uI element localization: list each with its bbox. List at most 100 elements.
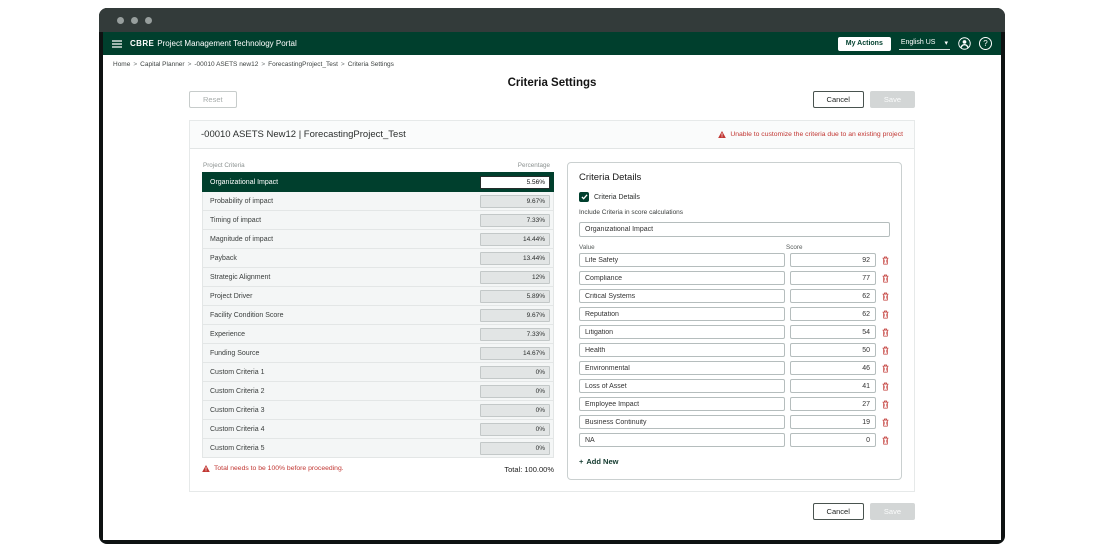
- value-input[interactable]: [579, 415, 785, 429]
- criteria-label: Magnitude of impact: [210, 236, 273, 243]
- value-input[interactable]: [579, 289, 785, 303]
- breadcrumb-separator: >: [188, 61, 192, 68]
- percentage-input[interactable]: [480, 176, 550, 189]
- percentage-input[interactable]: [480, 290, 550, 303]
- value-input[interactable]: [579, 325, 785, 339]
- project-title: -00010 ASETS New12 | ForecastingProject_…: [201, 129, 406, 140]
- percentage-input[interactable]: [480, 214, 550, 227]
- breadcrumb-item[interactable]: Home: [113, 61, 130, 68]
- breadcrumb-item[interactable]: Capital Planner: [140, 61, 184, 68]
- percentage-input[interactable]: [480, 404, 550, 417]
- criteria-name-input[interactable]: [579, 222, 890, 237]
- score-input[interactable]: [790, 361, 876, 375]
- value-input[interactable]: [579, 271, 785, 285]
- breadcrumb-item[interactable]: Criteria Settings: [348, 61, 394, 68]
- score-input[interactable]: [790, 415, 876, 429]
- percentage-input[interactable]: [480, 309, 550, 322]
- help-icon[interactable]: ?: [979, 37, 992, 50]
- criteria-details-checkbox[interactable]: [579, 192, 589, 202]
- save-button-bottom[interactable]: Save: [870, 503, 915, 520]
- column-header-value: Value: [579, 244, 786, 251]
- delete-row-button[interactable]: [881, 418, 890, 427]
- criteria-row[interactable]: Organizational Impact: [202, 172, 554, 192]
- delete-row-button[interactable]: [881, 346, 890, 355]
- score-input[interactable]: [790, 307, 876, 321]
- trash-icon: [882, 310, 889, 319]
- cancel-button-bottom[interactable]: Cancel: [813, 503, 864, 520]
- delete-row-button[interactable]: [881, 364, 890, 373]
- value-input[interactable]: [579, 379, 785, 393]
- criteria-row[interactable]: Experience: [202, 324, 554, 344]
- breadcrumb-item[interactable]: -00010 ASETS new12: [194, 61, 258, 68]
- traffic-light-icon[interactable]: [117, 17, 124, 24]
- percentage-input[interactable]: [480, 252, 550, 265]
- breadcrumb-item[interactable]: ForecastingProject_Test: [268, 61, 338, 68]
- delete-row-button[interactable]: [881, 256, 890, 265]
- checkbox-label: Criteria Details: [594, 194, 640, 201]
- value-input[interactable]: [579, 397, 785, 411]
- criteria-row[interactable]: Custom Criteria 3: [202, 400, 554, 420]
- score-input[interactable]: [790, 271, 876, 285]
- percentage-input[interactable]: [480, 328, 550, 341]
- criteria-row[interactable]: Facility Condition Score: [202, 305, 554, 325]
- delete-row-button[interactable]: [881, 328, 890, 337]
- criteria-row[interactable]: Project Driver: [202, 286, 554, 306]
- criteria-row[interactable]: Custom Criteria 2: [202, 381, 554, 401]
- percentage-input[interactable]: [480, 423, 550, 436]
- score-input[interactable]: [790, 253, 876, 267]
- traffic-light-icon[interactable]: [131, 17, 138, 24]
- value-input[interactable]: [579, 343, 785, 357]
- add-new-link[interactable]: + Add New: [579, 457, 618, 466]
- score-input[interactable]: [790, 397, 876, 411]
- score-input[interactable]: [790, 433, 876, 447]
- percentage-input[interactable]: [480, 442, 550, 455]
- criteria-row[interactable]: Payback: [202, 248, 554, 268]
- window-titlebar: [99, 8, 1005, 32]
- cancel-button[interactable]: Cancel: [813, 91, 864, 108]
- criteria-row[interactable]: Funding Source: [202, 343, 554, 363]
- menu-icon[interactable]: [112, 40, 122, 48]
- delete-row-button[interactable]: [881, 292, 890, 301]
- trash-icon: [882, 418, 889, 427]
- criteria-row[interactable]: Magnitude of impact: [202, 229, 554, 249]
- percentage-input[interactable]: [480, 366, 550, 379]
- percentage-input[interactable]: [480, 385, 550, 398]
- delete-row-button[interactable]: [881, 436, 890, 445]
- details-title: Criteria Details: [579, 172, 890, 183]
- criteria-row[interactable]: Custom Criteria 5: [202, 438, 554, 458]
- score-input[interactable]: [790, 289, 876, 303]
- value-input[interactable]: [579, 253, 785, 267]
- percentage-input[interactable]: [480, 195, 550, 208]
- score-input[interactable]: [790, 343, 876, 357]
- delete-row-button[interactable]: [881, 400, 890, 409]
- trash-icon: [882, 292, 889, 301]
- chevron-down-icon: ▾: [944, 39, 948, 47]
- criteria-label: Custom Criteria 3: [210, 407, 264, 414]
- value-input[interactable]: [579, 433, 785, 447]
- criteria-row[interactable]: Timing of impact: [202, 210, 554, 230]
- delete-row-button[interactable]: [881, 274, 890, 283]
- language-selector[interactable]: English US ▾: [899, 38, 950, 50]
- value-score-list: [579, 253, 890, 447]
- criteria-row[interactable]: Probability of impact: [202, 191, 554, 211]
- app-header: CBREProject Management Technology Portal…: [103, 32, 1001, 55]
- score-input[interactable]: [790, 325, 876, 339]
- user-icon[interactable]: [958, 37, 971, 50]
- brand-name: CBRE: [130, 39, 154, 48]
- percentage-input[interactable]: [480, 271, 550, 284]
- score-input[interactable]: [790, 379, 876, 393]
- delete-row-button[interactable]: [881, 382, 890, 391]
- criteria-row[interactable]: Custom Criteria 1: [202, 362, 554, 382]
- save-button[interactable]: Save: [870, 91, 915, 108]
- traffic-light-icon[interactable]: [145, 17, 152, 24]
- percentage-input[interactable]: [480, 347, 550, 360]
- delete-row-button[interactable]: [881, 310, 890, 319]
- reset-button[interactable]: Reset: [189, 91, 237, 108]
- criteria-row[interactable]: Strategic Alignment: [202, 267, 554, 287]
- value-input[interactable]: [579, 307, 785, 321]
- percentage-input[interactable]: [480, 233, 550, 246]
- value-input[interactable]: [579, 361, 785, 375]
- my-actions-button[interactable]: My Actions: [838, 37, 891, 51]
- criteria-row[interactable]: Custom Criteria 4: [202, 419, 554, 439]
- column-header-percentage: Percentage: [518, 162, 550, 169]
